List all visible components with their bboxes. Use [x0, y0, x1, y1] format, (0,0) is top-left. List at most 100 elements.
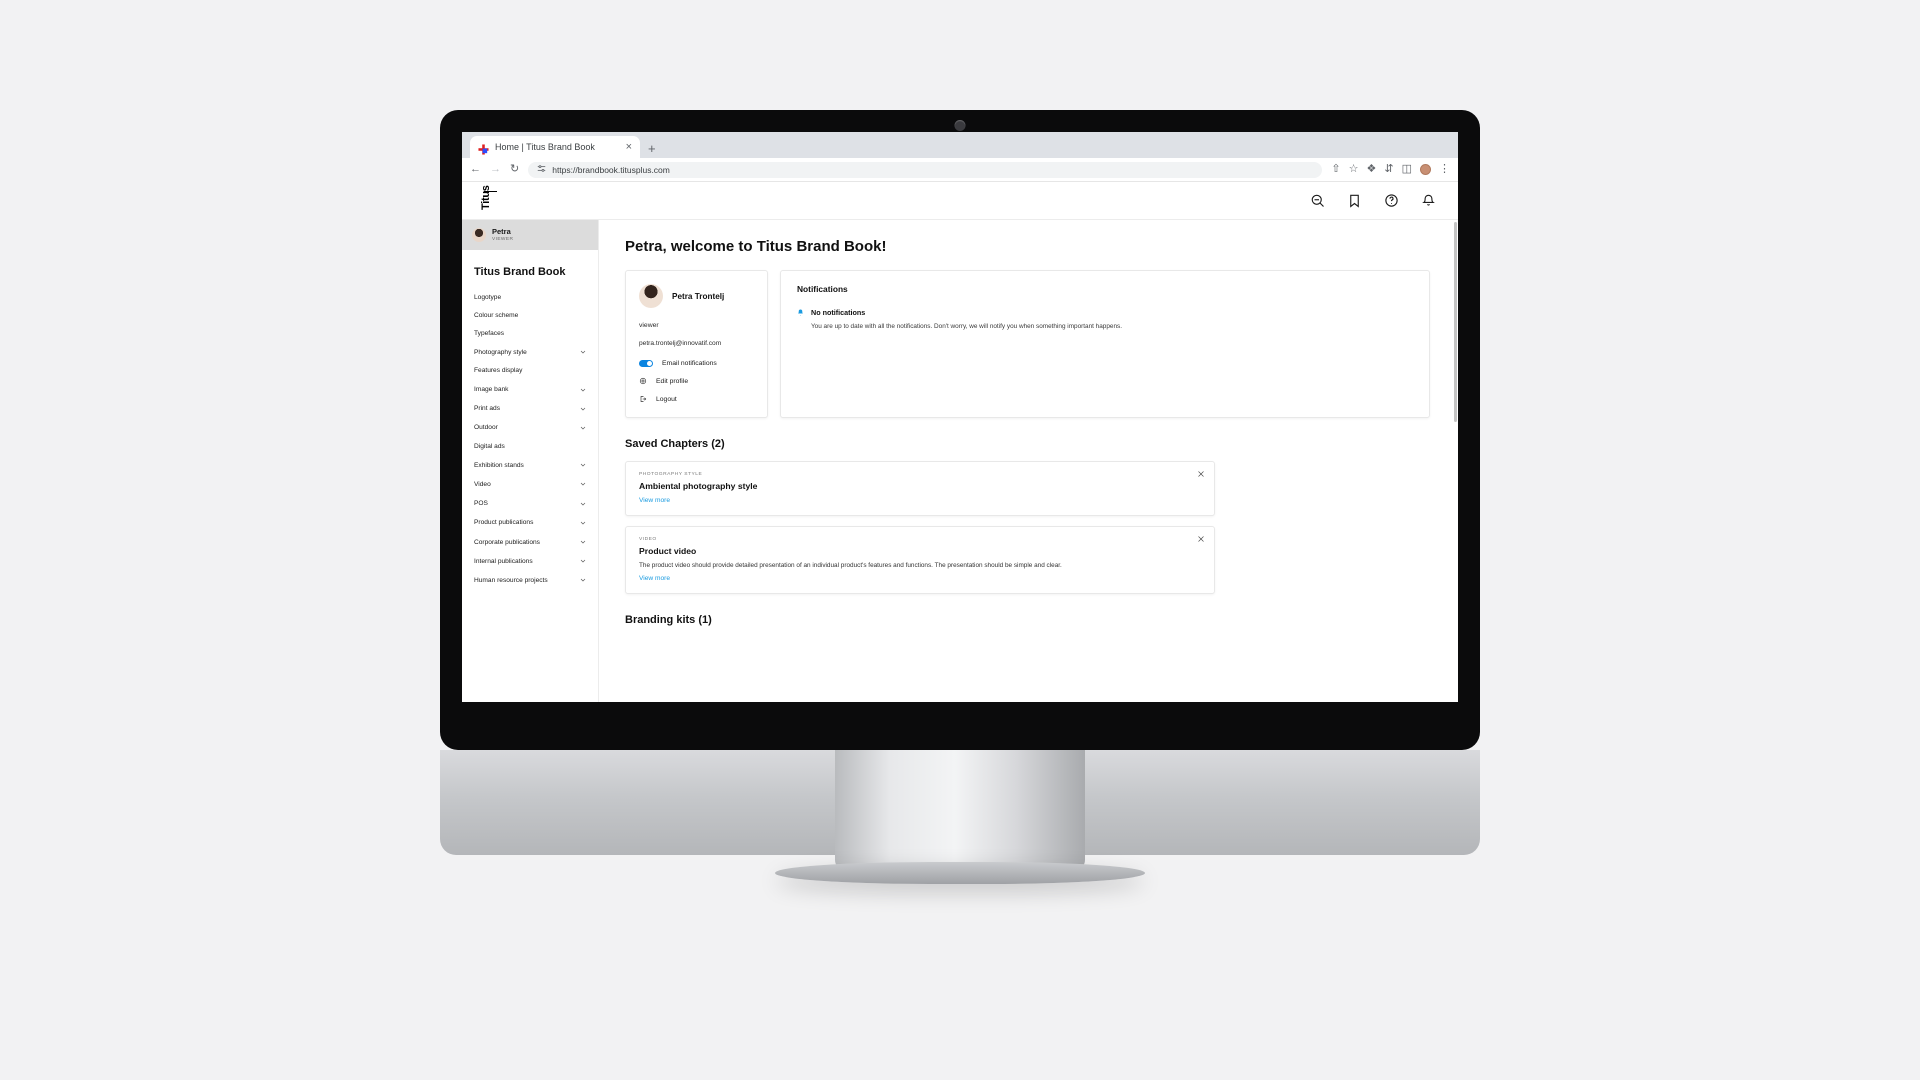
scrollbar[interactable]	[1454, 222, 1457, 422]
page-title: Petra, welcome to Titus Brand Book!	[625, 238, 887, 255]
chevron-down-icon[interactable]	[579, 500, 587, 508]
saved-chapters-title: Saved Chapters (2)	[625, 438, 725, 450]
sidebar-item-label: Image bank	[474, 386, 509, 394]
toolbar-actions: ⇧ ☆ ❖ ⇵ ◫ ⋮	[1331, 164, 1450, 175]
notifications-title: Notifications	[797, 284, 848, 294]
sidebar-user-chip[interactable]: Petra VIEWER	[462, 220, 598, 250]
tune-icon[interactable]	[537, 164, 546, 176]
sidebar-item-product-publications[interactable]: Product publications	[462, 513, 598, 532]
sidebar-item-features-display[interactable]: Features display	[462, 362, 598, 380]
extensions-icon[interactable]: ❖	[1367, 164, 1377, 175]
titus-logo[interactable]: Titus	[480, 185, 504, 212]
dashboard-top-row: Petra Trontelj viewer petra.trontelj@inn…	[625, 270, 1430, 418]
avatar	[472, 228, 486, 242]
chevron-down-icon[interactable]	[579, 461, 587, 469]
sidebar-item-label: Human resource projects	[474, 576, 548, 584]
email-notifications-toggle[interactable]	[639, 360, 653, 367]
edit-profile-row[interactable]: Edit profile	[639, 377, 754, 385]
profile-card-header: Petra Trontelj	[639, 284, 754, 308]
sidebar-item-label: POS	[474, 500, 488, 508]
chevron-down-icon[interactable]	[579, 576, 587, 584]
sidebar-item-photography-style[interactable]: Photography style	[462, 343, 598, 362]
sidebar-item-label: Internal publications	[474, 557, 533, 565]
app-header: Titus	[462, 182, 1458, 220]
sidebar-item-pos[interactable]: POS	[462, 494, 598, 513]
close-icon[interactable]	[1197, 470, 1205, 478]
sidebar-item-image-bank[interactable]: Image bank	[462, 380, 598, 399]
split-screen-icon[interactable]: ⇵	[1384, 164, 1393, 175]
view-more-link[interactable]: View more	[639, 575, 1201, 582]
gear-icon	[639, 377, 647, 385]
search-icon[interactable]	[1310, 193, 1325, 208]
browser-tab-bar: Home | Titus Brand Book × +	[462, 132, 1458, 158]
forward-icon[interactable]: →	[490, 164, 501, 175]
no-notifications-title: No notifications	[811, 308, 866, 317]
share-icon[interactable]: ⇧	[1331, 164, 1340, 175]
no-notifications-text: You are up to date with all the notifica…	[811, 323, 1122, 330]
chevron-down-icon[interactable]	[579, 480, 587, 488]
header-icon-group	[1310, 193, 1436, 208]
chapter-category: PHOTOGRAPHY STYLE	[639, 472, 703, 477]
profile-card: Petra Trontelj viewer petra.trontelj@inn…	[625, 270, 768, 418]
profile-name: Petra Trontelj	[672, 291, 725, 301]
sidebar-user-role: VIEWER	[492, 236, 514, 242]
sidebar-item-logotype[interactable]: Logotype	[462, 288, 598, 306]
sidebar-item-exhibition-stands[interactable]: Exhibition stands	[462, 456, 598, 475]
help-icon[interactable]	[1384, 193, 1399, 208]
sidebar-item-video[interactable]: Video	[462, 475, 598, 494]
new-tab-button[interactable]: +	[642, 142, 662, 158]
sidebar-item-label: Features display	[474, 367, 523, 375]
sidebar-item-internal-publications[interactable]: Internal publications	[462, 552, 598, 571]
sidebar-item-digital-ads[interactable]: Digital ads	[462, 438, 598, 456]
sidebar-item-label: Typefaces	[474, 329, 505, 337]
profile-actions: Email notifications Edit profile Logout	[639, 360, 754, 403]
chapter-title: Ambiental photography style	[639, 481, 758, 491]
chevron-down-icon[interactable]	[579, 386, 587, 394]
close-icon[interactable]	[1197, 535, 1205, 543]
close-tab-button[interactable]: ×	[626, 141, 632, 153]
main-content: Petra, welcome to Titus Brand Book! Petr…	[599, 220, 1458, 702]
chapter-description: The product video should provide detaile…	[639, 562, 1062, 569]
bookmark-star-icon[interactable]: ☆	[1349, 164, 1359, 175]
logout-row[interactable]: Logout	[639, 395, 754, 403]
reload-icon[interactable]: ↻	[510, 164, 519, 175]
sidebar-nav-list: Logotype Colour scheme Typefaces Photograph…	[462, 288, 598, 600]
sidebar-item-label: Photography style	[474, 348, 527, 356]
sidebar-item-label: Print ads	[474, 405, 501, 413]
sidebar-item-typefaces[interactable]: Typefaces	[462, 324, 598, 342]
browser-tab-title: Home | Titus Brand Book	[495, 142, 595, 152]
chevron-down-icon[interactable]	[579, 405, 587, 413]
browser-menu-icon[interactable]: ⋮	[1439, 164, 1450, 175]
saved-chapters-list: PHOTOGRAPHY STYLE Ambiental photography s…	[625, 461, 1430, 594]
sidebar-item-label: Digital ads	[474, 443, 505, 451]
sidebar-item-label: Colour scheme	[474, 311, 519, 319]
side-panel-icon[interactable]: ◫	[1402, 164, 1412, 175]
sidebar-item-label: Exhibition stands	[474, 461, 524, 469]
imac-stand-base	[775, 862, 1145, 884]
address-bar[interactable]: https://brandbook.titusplus.com	[528, 161, 1323, 178]
chevron-down-icon[interactable]	[579, 424, 587, 432]
screen: Home | Titus Brand Book × + ← → ↻ https:…	[462, 132, 1458, 702]
browser-tab[interactable]: Home | Titus Brand Book ×	[470, 136, 640, 158]
sidebar-item-outdoor[interactable]: Outdoor	[462, 418, 598, 437]
back-icon[interactable]: ←	[470, 164, 481, 175]
notification-bell-icon[interactable]	[1421, 193, 1436, 208]
bookmark-icon[interactable]	[1347, 193, 1362, 208]
chevron-down-icon[interactable]	[579, 538, 587, 546]
avatar	[639, 284, 663, 308]
sidebar-item-corporate-publications[interactable]: Corporate publications	[462, 532, 598, 551]
chevron-down-icon[interactable]	[579, 348, 587, 356]
imac-stand-neck	[835, 750, 1085, 870]
chevron-down-icon[interactable]	[579, 519, 587, 527]
view-more-link[interactable]: View more	[639, 497, 1201, 504]
profile-avatar[interactable]	[1420, 164, 1431, 175]
profile-email: petra.trontelj@innovatif.com	[639, 340, 722, 347]
sidebar-item-human-resource-projects[interactable]: Human resource projects	[462, 571, 598, 590]
sidebar-item-label: Corporate publications	[474, 538, 540, 546]
titus-logo-favicon	[478, 142, 489, 155]
sidebar-item-colour-scheme[interactable]: Colour scheme	[462, 306, 598, 324]
bell-icon	[797, 309, 804, 317]
email-notifications-toggle-row[interactable]: Email notifications	[639, 360, 754, 367]
chevron-down-icon[interactable]	[579, 557, 587, 565]
sidebar-item-print-ads[interactable]: Print ads	[462, 399, 598, 418]
